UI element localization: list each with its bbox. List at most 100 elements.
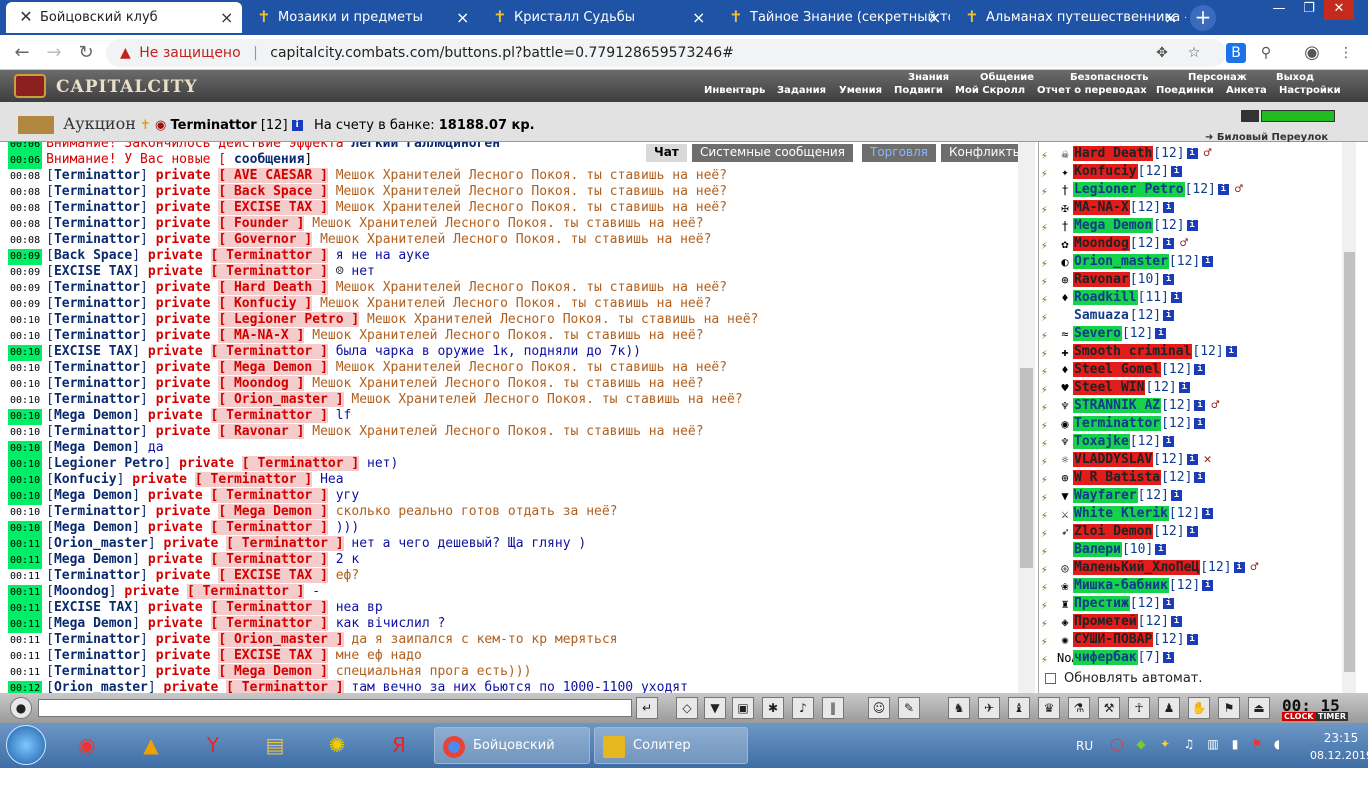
info-icon[interactable]: i <box>1186 220 1198 231</box>
info-icon[interactable]: i <box>1194 418 1206 429</box>
sender-nick[interactable]: [Mega Demon] <box>46 520 140 535</box>
eraser-icon[interactable]: ◇ <box>676 697 698 719</box>
sender-nick[interactable]: [Mega Demon] <box>46 488 140 503</box>
sender-nick[interactable]: [Back Space] <box>46 248 140 263</box>
private-recipient[interactable]: private [ EXCISE TAX ] <box>156 568 328 583</box>
player-name[interactable]: Konfuciy <box>1073 164 1138 179</box>
timestamp[interactable]: 00:10 <box>8 361 42 377</box>
sender-nick[interactable]: [Terminattor] <box>46 328 148 343</box>
tab-chat[interactable]: Чат <box>646 144 687 162</box>
sender-nick[interactable]: [Terminattor] <box>46 424 148 439</box>
chrome-icon[interactable]: ◉ <box>60 727 114 764</box>
attack-icon[interactable]: ⚡ <box>1041 219 1057 234</box>
online-player[interactable]: ⚡ ☠ Hard Death[12] i ♂ <box>1041 144 1211 162</box>
player-name[interactable]: Wayfarer <box>1073 488 1138 503</box>
submenu-profile[interactable]: Анкета <box>1226 85 1267 96</box>
menu-knowledge[interactable]: Знания <box>908 72 949 83</box>
private-recipient[interactable]: private [ Governor ] <box>156 232 313 247</box>
private-recipient[interactable]: private [ Terminattor ] <box>164 680 344 693</box>
timestamp[interactable]: 00:08 <box>8 217 42 233</box>
sender-nick[interactable]: [EXCISE TAX] <box>46 264 140 279</box>
ability8-icon[interactable]: ♟ <box>1158 697 1180 719</box>
opera-icon[interactable]: ◯ <box>1110 737 1124 751</box>
attack-icon[interactable]: ⚡ <box>1041 453 1057 468</box>
online-player[interactable]: ⚡ † Mega Demon[12] i <box>1041 216 1198 234</box>
tab-conflicts[interactable]: Конфликты <box>941 144 1031 162</box>
yandex-browser-icon[interactable]: Y <box>186 727 240 764</box>
player-name[interactable]: Валери <box>1073 542 1122 557</box>
language-indicator[interactable]: RU <box>1076 739 1093 753</box>
private-recipient[interactable]: private [ Terminattor ] <box>164 536 344 551</box>
sender-nick[interactable]: [Orion_master] <box>46 680 156 693</box>
private-recipient[interactable]: private [ Terminattor ] <box>148 248 328 263</box>
online-player[interactable]: ⚡ ➶ Zloi Demon[12] i <box>1041 522 1198 540</box>
ability5-icon[interactable]: ⚗ <box>1068 697 1090 719</box>
player-name[interactable]: W R Batista <box>1073 470 1162 485</box>
online-scrollbar[interactable] <box>1342 142 1356 693</box>
timestamp[interactable]: 00:11 <box>8 569 42 585</box>
attack-icon[interactable]: ⚡ <box>1041 633 1057 648</box>
private-recipient[interactable]: private [ Terminattor ] <box>148 600 328 615</box>
timestamp[interactable]: 00:10 <box>8 329 42 345</box>
info-icon[interactable]: i <box>1225 346 1237 357</box>
tab-fight-club[interactable]: ✕ Бойцовский клуб × <box>6 2 242 33</box>
submenu-quests[interactable]: Задания <box>777 85 826 96</box>
sender-nick[interactable]: [Terminattor] <box>46 360 148 375</box>
ability6-icon[interactable]: ⚒ <box>1098 697 1120 719</box>
player-name[interactable]: Smooth criminal <box>1073 344 1193 359</box>
close-icon[interactable]: × <box>928 2 942 33</box>
private-recipient[interactable]: private [ Terminattor ] <box>179 456 360 471</box>
attack-icon[interactable]: ⚡ <box>1041 273 1057 288</box>
private-recipient[interactable]: private [ Terminattor ] <box>148 264 328 279</box>
tab-system[interactable]: Системные сообщения <box>692 144 853 162</box>
online-player[interactable]: ⚡ ✿ Moondog[12] i ♂ <box>1041 234 1188 252</box>
player-name[interactable]: Zloi Demon <box>1073 524 1154 539</box>
chat-options-icon[interactable]: ● <box>10 697 32 719</box>
sender-nick[interactable]: [Terminattor] <box>46 280 148 295</box>
info-icon[interactable]: i <box>1178 382 1190 393</box>
info-icon[interactable]: i <box>1163 310 1175 321</box>
attack-icon[interactable]: ⚡ <box>1041 291 1057 306</box>
timestamp[interactable]: 00:08 <box>8 201 42 217</box>
close-icon[interactable]: × <box>692 2 706 33</box>
timestamp[interactable]: 00:10 <box>8 521 43 537</box>
network-icon[interactable]: ▥ <box>1206 737 1220 751</box>
menu-security[interactable]: Безопасность <box>1070 72 1149 83</box>
player-name[interactable]: STRANNIK AZ <box>1073 398 1162 413</box>
sender-nick[interactable]: [Terminattor] <box>46 312 148 327</box>
ability1-icon[interactable]: ♞ <box>948 697 970 719</box>
system-highlight[interactable]: сообщения <box>234 152 304 167</box>
ability9-icon[interactable]: ✋ <box>1188 697 1210 719</box>
chat-input[interactable] <box>38 699 632 717</box>
private-recipient[interactable]: private [ AVE CAESAR ] <box>156 168 328 183</box>
timestamp[interactable]: 00:11 <box>8 665 42 681</box>
auction-title[interactable]: Аукцион <box>18 114 136 134</box>
sender-nick[interactable]: [Terminattor] <box>46 200 148 215</box>
player-action-icon[interactable]: ♂ <box>1251 560 1259 575</box>
player-name[interactable]: Steel Gomel <box>1073 362 1162 377</box>
private-recipient[interactable]: private [ Orion_master ] <box>156 632 344 647</box>
online-player[interactable]: ⚡ ♜ Престиж[12] i <box>1041 594 1175 612</box>
attack-icon[interactable]: ⚡ <box>1041 507 1057 522</box>
attack-icon[interactable]: ⚡ <box>1041 381 1057 396</box>
online-player[interactable]: ⚡ Валери[10] i <box>1041 540 1167 558</box>
sender-nick[interactable]: [Terminattor] <box>46 376 148 391</box>
timestamp[interactable]: 00:09 <box>8 265 42 281</box>
info-icon[interactable]: i <box>1163 598 1175 609</box>
attack-icon[interactable]: ⚡ <box>1041 651 1057 666</box>
sound-icon[interactable]: ♪ <box>792 697 814 719</box>
sender-nick[interactable]: [Terminattor] <box>46 184 148 199</box>
menu-exit[interactable]: Выход <box>1276 72 1314 83</box>
player-action-icon[interactable]: ♂ <box>1211 398 1219 413</box>
info-icon[interactable]: i <box>1163 436 1175 447</box>
player-name[interactable]: Ravonar <box>1073 272 1130 287</box>
private-recipient[interactable]: private [ Terminattor ] <box>148 552 328 567</box>
submenu-battles[interactable]: Поединки <box>1156 85 1214 96</box>
online-player[interactable]: ⚡ ♆ STRANNIK AZ[12] i ♂ <box>1041 396 1219 414</box>
timestamp[interactable]: 00:10 <box>8 345 43 361</box>
private-recipient[interactable]: private [ Mega Demon ] <box>156 664 328 679</box>
player-name[interactable]: чифербак <box>1073 650 1138 665</box>
private-recipient[interactable]: private [ Terminattor ] <box>148 520 328 535</box>
sender-nick[interactable]: [Moondog] <box>46 584 116 599</box>
player-name[interactable]: Orion_master <box>1073 254 1169 269</box>
